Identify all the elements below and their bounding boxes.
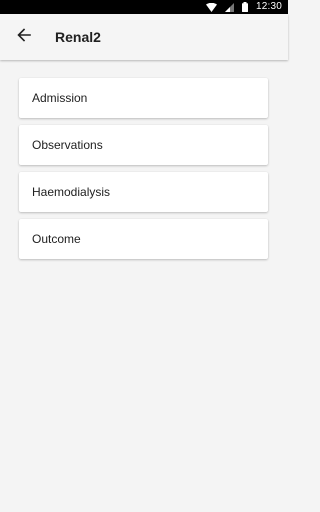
page-title: Renal2: [55, 29, 101, 45]
arrow-left-icon: [17, 27, 31, 47]
status-bar: 12:30: [0, 0, 288, 14]
menu-item-label: Outcome: [32, 232, 81, 246]
menu-item-outcome[interactable]: Outcome: [19, 219, 268, 259]
wifi-icon: [205, 2, 217, 12]
battery-icon: [241, 2, 248, 12]
menu-item-admission[interactable]: Admission: [19, 78, 268, 118]
signal-icon: [224, 2, 234, 12]
app-bar: Renal2: [0, 14, 288, 60]
status-clock: 12:30: [255, 1, 282, 12]
menu-item-label: Observations: [32, 138, 103, 152]
menu-list: Admission Observations Haemodialysis Out…: [19, 78, 268, 266]
menu-item-label: Haemodialysis: [32, 185, 111, 199]
menu-item-haemodialysis[interactable]: Haemodialysis: [19, 172, 268, 212]
menu-item-observations[interactable]: Observations: [19, 125, 268, 165]
menu-item-label: Admission: [32, 91, 88, 105]
back-button[interactable]: [12, 25, 36, 49]
